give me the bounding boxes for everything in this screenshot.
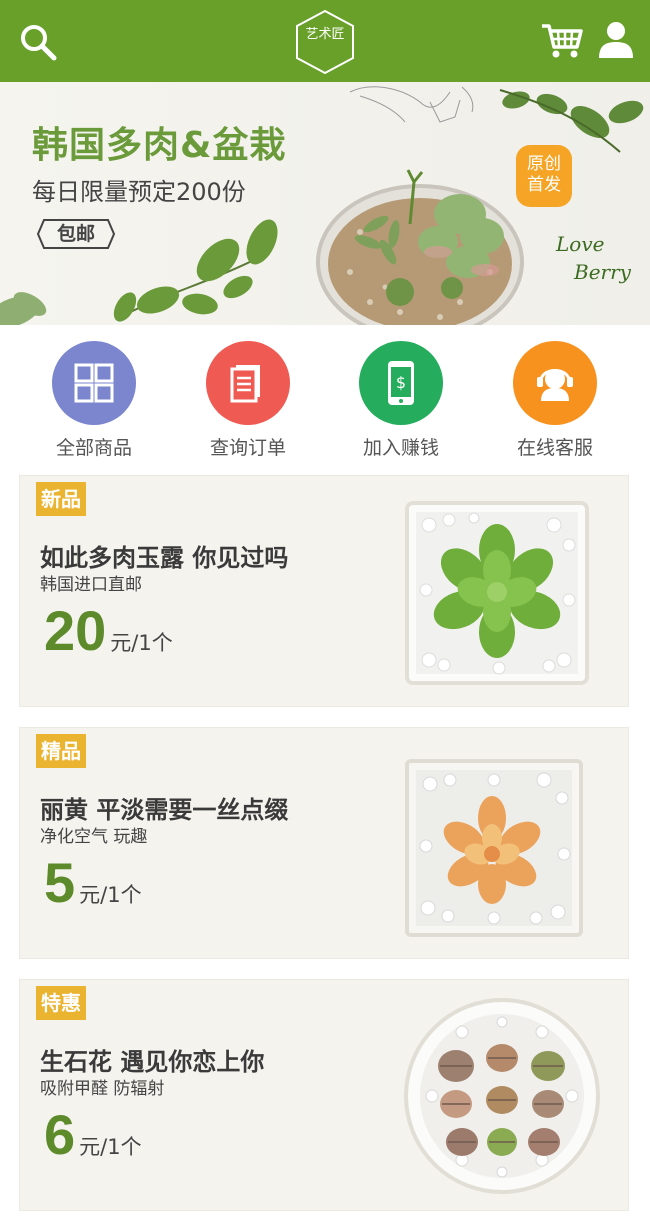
free-shipping-tag: 包邮: [36, 218, 116, 250]
nav-online-service[interactable]: 在线客服: [500, 341, 610, 460]
cart-icon[interactable]: [540, 20, 584, 60]
nav-circle: [206, 341, 290, 425]
nav-circle: $: [359, 341, 443, 425]
product-desc: 净化空气 玩趣: [40, 827, 148, 847]
product-tag: 精品: [36, 734, 86, 768]
product-desc: 韩国进口直邮: [40, 575, 142, 595]
product-card[interactable]: 特惠 生石花 遇见你恋上你 吸附甲醛 防辐射 6 元/1个: [19, 979, 629, 1211]
product-desc: 吸附甲醛 防辐射: [40, 1079, 165, 1099]
price-unit: 元/1个: [79, 1135, 142, 1159]
search-icon[interactable]: [18, 22, 58, 62]
nav-all-products[interactable]: 全部商品: [39, 341, 149, 460]
succulent-pot-image: [316, 169, 524, 325]
nav-label: 查询订单: [209, 437, 286, 459]
document-icon: [230, 365, 260, 403]
product-tag: 特惠: [36, 986, 86, 1020]
banner-title: 韩国多肉&盆栽: [32, 125, 287, 166]
hexagon-logo-icon: [296, 9, 354, 75]
script-lettering: Love Berry: [556, 230, 646, 286]
nav-join-earn[interactable]: $ 加入赚钱: [346, 341, 456, 460]
product-title: 生石花 遇见你恋上你: [40, 1048, 265, 1076]
free-shipping-label: 包邮: [56, 223, 95, 245]
user-icon[interactable]: [597, 20, 635, 60]
headset-agent-icon: [537, 369, 573, 401]
nav-label: 在线客服: [516, 437, 593, 459]
haworthia-image: [405, 501, 589, 685]
product-card[interactable]: 精品 丽黄 平淡需要一丝点缀 净化空气 玩趣 5 元/1个: [19, 727, 629, 959]
product-title: 丽黄 平淡需要一丝点缀: [40, 796, 289, 824]
product-price: 20 元/1个: [44, 598, 173, 663]
badge-line-1: 原创: [527, 154, 561, 174]
price-unit: 元/1个: [110, 631, 173, 655]
brand-logo[interactable]: 艺术匠: [291, 8, 359, 76]
product-price: 5 元/1个: [44, 850, 142, 915]
top-bar: 艺术匠: [0, 0, 650, 82]
badge-line-2: 首发: [527, 175, 561, 195]
nav-circle: [513, 341, 597, 425]
nav-order-lookup[interactable]: 查询订单: [193, 341, 303, 460]
nav-circle: [52, 341, 136, 425]
grid-icon: [74, 363, 114, 403]
product-title: 如此多肉玉露 你见过吗: [40, 544, 289, 572]
quick-nav: 全部商品 查询订单 $ 加入赚钱 在线客服: [0, 325, 650, 465]
phone-money-icon: $: [388, 361, 414, 405]
price-value: 20: [44, 599, 107, 662]
price-value: 6: [44, 1103, 76, 1166]
sedum-image: [405, 759, 583, 937]
nav-label: 全部商品: [55, 437, 132, 459]
banner-subtitle: 每日限量预定200份: [32, 178, 246, 206]
svg-text:$: $: [396, 373, 406, 392]
promo-banner[interactable]: 韩国多肉&盆栽 每日限量预定200份 包邮 原创 首发 Love Berry: [0, 82, 650, 325]
product-price: 6 元/1个: [44, 1102, 142, 1167]
price-value: 5: [44, 851, 76, 914]
nav-label: 加入赚钱: [362, 437, 439, 459]
original-badge: 原创 首发: [516, 145, 572, 207]
logo-text: 艺术匠: [305, 27, 345, 42]
product-card[interactable]: 新品 如此多肉玉露 你见过吗 韩国进口直邮 20 元/1个: [19, 475, 629, 707]
script-line-2: Berry: [574, 260, 631, 284]
lithops-image: [404, 998, 600, 1194]
product-tag: 新品: [36, 482, 86, 516]
price-unit: 元/1个: [79, 883, 142, 907]
script-line-1: Love: [556, 232, 605, 256]
